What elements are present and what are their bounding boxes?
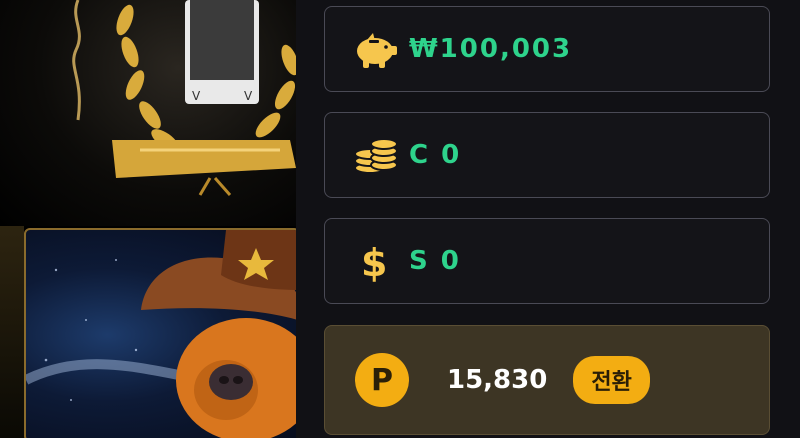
sub-balance-card: $ S 0 — [324, 218, 770, 304]
thumbnail-edge — [0, 226, 24, 438]
coins-icon — [353, 135, 409, 175]
game-thumbnail-sheriff-dog[interactable] — [24, 228, 296, 438]
krw-balance-value: ₩100,003 — [409, 34, 573, 64]
laurel-wreath-icon: V V — [72, 0, 296, 196]
coin-balance-card: C 0 — [324, 112, 770, 198]
svg-text:V: V — [192, 89, 201, 103]
svg-text:$: $ — [361, 241, 387, 283]
krw-balance-card: ₩100,003 — [324, 6, 770, 92]
sheriff-dog-illustration — [26, 230, 296, 438]
coin-balance-value: C 0 — [409, 140, 462, 170]
svg-text:V: V — [244, 89, 253, 103]
dollar-icon: $ — [353, 239, 409, 283]
game-thumbnail-card-game[interactable]: V V — [0, 0, 296, 226]
point-icon: P — [355, 353, 409, 407]
game-thumbnails: V V — [0, 0, 296, 438]
convert-points-button[interactable]: 전환 — [573, 356, 650, 404]
sub-balance-value: S 0 — [409, 246, 461, 276]
wallet-panel: ₩100,003 C 0 $ S 0 P 15,830 전환 — [296, 0, 800, 438]
points-card: P 15,830 전환 — [324, 325, 770, 435]
points-value: 15,830 — [447, 365, 548, 395]
piggy-bank-icon — [353, 29, 409, 69]
